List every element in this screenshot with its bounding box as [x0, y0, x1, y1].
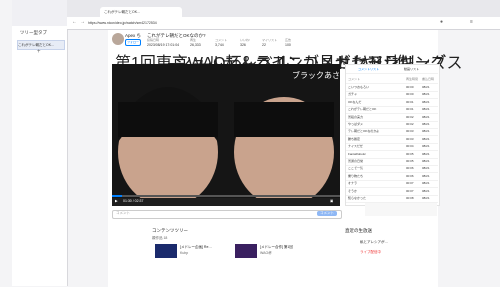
tab-comment-list[interactable]: コメントリスト 動画リスト: [346, 66, 438, 74]
sidebar-tab-label: これがテレ朝だとOK...: [18, 43, 54, 47]
stat-value: 22: [262, 43, 266, 47]
ad-banner[interactable]: [365, 203, 437, 216]
comment-bar: [112, 210, 342, 219]
back-icon[interactable]: ←: [72, 19, 77, 25]
live-item[interactable]: 私とアレシアが…: [360, 240, 388, 245]
browser-tab[interactable]: これがテレ朝だとOK...: [100, 7, 182, 17]
card-thumbnail[interactable]: [155, 244, 177, 258]
stat-value: 3,744: [215, 43, 224, 47]
stat-label: 投稿日時: [147, 38, 160, 42]
stat-value: 2023/08/19 17:01:04: [147, 43, 180, 47]
browser-window: ツリー型タブ これがテレ朝だとOK... + これがテレ朝だとOK... ← →…: [0, 0, 500, 287]
sidebar-tab-item[interactable]: これがテレ朝だとOK...: [17, 40, 65, 50]
stat-label: いいね!: [240, 38, 250, 42]
sidebar-header: [12, 0, 67, 26]
comment-input[interactable]: コメント: [116, 211, 130, 216]
card-sub: WAO杯: [260, 251, 272, 255]
video-frame-right: [234, 97, 334, 204]
stat-label: 再生: [190, 38, 197, 42]
video-frame-left: [118, 87, 218, 204]
progress-track[interactable]: [112, 195, 340, 197]
avatar[interactable]: [112, 33, 124, 45]
play-icon[interactable]: ▶: [115, 199, 118, 203]
forward-icon[interactable]: →: [80, 19, 85, 25]
progress-fill: [112, 195, 122, 197]
comment-row[interactable]: 知らなかった 00:08 08/21: [346, 195, 438, 203]
card-title[interactable]: [メドレー企画] Re…: [180, 245, 212, 250]
stat-value: 100: [285, 43, 291, 47]
card-title[interactable]: [メドレー合作] 第1回: [260, 245, 293, 250]
card-thumbnail[interactable]: [235, 244, 257, 258]
stat-label: 広告: [285, 38, 292, 42]
stat-value: 326: [240, 43, 246, 47]
follow-button[interactable]: フォロー: [125, 39, 141, 46]
video-overlay-text: ブラックあさひ?: [292, 71, 340, 80]
video-player[interactable]: ブラックあさひ?: [112, 64, 340, 204]
stat-label: コメント: [215, 38, 228, 42]
url-bar[interactable]: https://www.nicovideo.jp/watch/sm4217253…: [88, 19, 408, 27]
extension-icon[interactable]: ●: [440, 19, 443, 25]
time-display: 01:30 / 02:37: [123, 199, 144, 203]
live-item[interactable]: ライブ配信中: [360, 250, 381, 255]
comment-header: コメント 再生時間 書込日時: [346, 76, 438, 84]
stat-label: マイリスト: [262, 38, 278, 42]
post-comment-button[interactable]: コメント: [317, 211, 337, 216]
card-sub: Kuhp: [180, 251, 189, 255]
sidebar-title: ツリー型タブ: [20, 30, 47, 35]
parent-count: 親作品 18: [152, 236, 168, 240]
player-controls: [112, 198, 340, 206]
content-tree-title: コンテンツツリー: [152, 228, 188, 233]
live-section-title: 直近の生放送: [345, 228, 372, 233]
menu-icon[interactable]: ≡: [470, 19, 473, 25]
stat-value: 26,333: [190, 43, 201, 47]
fullscreen-icon[interactable]: ▣: [330, 199, 333, 203]
tree-tabs-sidebar: [12, 26, 68, 286]
add-tab-icon[interactable]: +: [37, 49, 41, 55]
